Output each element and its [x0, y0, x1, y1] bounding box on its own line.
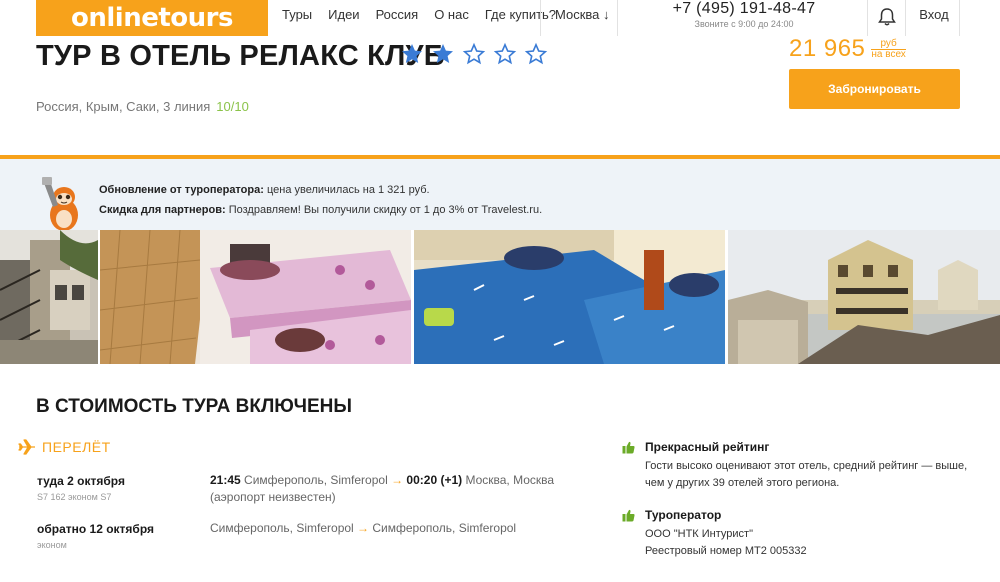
star-empty-icon [493, 42, 517, 65]
divider [959, 0, 960, 36]
hotel-stars [400, 42, 555, 66]
return-from: Симферополь, Simferopol [210, 521, 358, 535]
price-block: 21 965 руб на всех [789, 35, 906, 63]
notice-update: Обновление от туроператора: цена увеличи… [99, 184, 430, 196]
notifications-button[interactable] [870, 2, 904, 32]
operator-name: ООО "НТК Интурист" [645, 528, 753, 540]
nav-item-ideas[interactable]: Идеи [328, 7, 359, 22]
book-button[interactable]: Забронировать [789, 69, 960, 109]
thumbs-up-icon [622, 441, 635, 453]
included-title: В СТОИМОСТЬ ТУРА ВКЛЮЧЕНЫ [36, 396, 352, 417]
return-date: обратно 12 октября [37, 522, 155, 536]
login-button[interactable]: Вход [908, 7, 960, 22]
return-route: Симферополь, Simferopol → Симферополь, S… [210, 520, 516, 537]
star-empty-icon [524, 42, 548, 65]
rating-block-title: Прекрасный рейтинг [645, 440, 770, 454]
notice-discount: Скидка для партнеров: Поздравляем! Вы по… [99, 204, 543, 216]
divider [617, 0, 618, 36]
price-unit: руб на всех [871, 38, 906, 60]
price-currency: руб [880, 38, 897, 49]
hotel-location: Россия, Крым, Саки, 3 линия 10/10 [36, 99, 249, 114]
photo-hotel-building[interactable] [728, 230, 1000, 364]
notice-text: Обновление от туроператора: цена увеличи… [99, 180, 542, 220]
mascot-icon [42, 177, 78, 231]
photo-room-pink-beds[interactable] [100, 230, 411, 364]
outbound-date: туда 2 октября [37, 474, 125, 488]
divider [867, 0, 868, 36]
star-empty-icon [462, 42, 486, 65]
route-arrow: → [357, 521, 370, 535]
route-arrow: → [391, 473, 404, 487]
city-selector[interactable]: Москва ↓ [555, 7, 610, 22]
outbound-departure-time: 21:45 [210, 473, 241, 487]
operator-block: Туроператор ООО "НТК Интурист" Реестровы… [622, 508, 807, 560]
nav-item-where-to-buy[interactable]: Где купить? [485, 7, 556, 22]
flight-title: ПЕРЕЛЁТ [42, 439, 111, 455]
outbound-arrival-time: 00:20 (+1) [406, 473, 463, 487]
price-amount: 21 965 [789, 35, 866, 62]
photo-room-blue-beds[interactable] [414, 230, 725, 364]
outbound-airport: (аэропорт неизвестен) [210, 490, 336, 504]
nav-item-tours[interactable]: Туры [282, 7, 312, 22]
nav-item-russia[interactable]: Россия [376, 7, 419, 22]
operator-registry: Реестровый номер МТ2 005332 [645, 545, 807, 557]
bell-icon [878, 8, 896, 26]
operator-block-title: Туроператор [645, 508, 722, 522]
phone-number[interactable]: +7 (495) 191-48-47 [664, 0, 824, 18]
outbound-route: 21:45 Симферополь, Simferopol → 00:20 (+… [210, 472, 554, 506]
outbound-to: Москва, Москва [462, 473, 555, 487]
return-class: эконом [37, 540, 67, 550]
logo[interactable]: onlinetours [36, 0, 268, 36]
outbound-flight-number: S7 162 эконом S7 [37, 492, 112, 502]
thumbs-up-icon [622, 509, 635, 521]
divider [905, 0, 906, 36]
rating-block-text-line-1: Гости высоко оценивают этот отель, средн… [645, 460, 968, 472]
page-title: ТУР В ОТЕЛЬ РЕЛАКС КЛУБ [36, 40, 445, 72]
rating-block-text-line-2: чем у других 39 отелей этого региона. [645, 477, 840, 489]
outbound-from: Симферополь, Simferopol [240, 473, 392, 487]
logo-text: onlinetours [71, 3, 233, 33]
star-filled-icon [402, 44, 422, 63]
operator-notice: Обновление от туроператора: цена увеличи… [0, 159, 1000, 231]
location-text: Россия, Крым, Саки, 3 линия [36, 99, 211, 114]
main-nav: Туры Идеи Россия О нас Где купить? [282, 7, 572, 22]
flight-heading: ПЕРЕЛЁТ [18, 439, 111, 455]
rating-block: Прекрасный рейтинг Гости высоко оцениваю… [622, 440, 967, 492]
photo-gallery [0, 230, 1000, 364]
divider [540, 0, 541, 36]
hotel-rating: 10/10 [216, 99, 249, 114]
photo-building-exterior[interactable] [0, 230, 98, 364]
top-bar: onlinetours Туры Идеи Россия О нас Где к… [0, 0, 1000, 36]
phone-block[interactable]: +7 (495) 191-48-47 Звоните с 9:00 до 24:… [664, 0, 824, 29]
price-per: на всех [871, 49, 906, 60]
airplane-icon [18, 439, 35, 455]
star-filled-icon [433, 44, 453, 63]
phone-hours: Звоните с 9:00 до 24:00 [694, 19, 794, 29]
nav-item-about[interactable]: О нас [434, 7, 469, 22]
return-to: Симферополь, Simferopol [369, 521, 517, 535]
